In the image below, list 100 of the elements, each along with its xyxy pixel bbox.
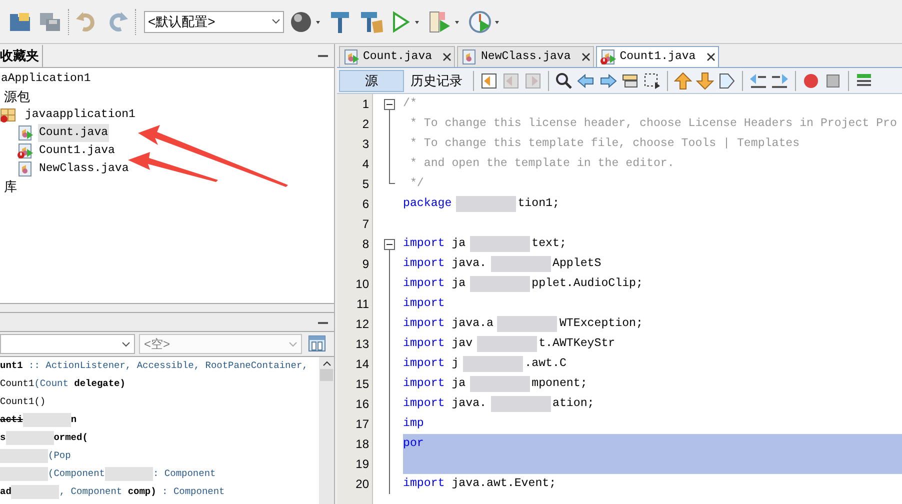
code-text: pplet.AudioClip; [532, 276, 643, 292]
code-text: * To change this license header, choose License Headers in Project Pro [408, 116, 897, 132]
arrow-down-icon[interactable] [696, 72, 714, 90]
code-text: .awt.C [524, 356, 566, 372]
profile-icon[interactable] [468, 10, 502, 34]
tree-item[interactable]: NewClass.java [38, 160, 130, 178]
editor-tab[interactable]: NewClass.java [457, 46, 594, 67]
code-text: import [403, 336, 445, 352]
stop-icon[interactable] [824, 72, 842, 90]
line-number: 15 [354, 376, 370, 393]
member-text[interactable]: :: ActionListener, Accessible, RootPaneContainer, [22, 358, 308, 374]
member-text[interactable]: unt1 [0, 358, 23, 374]
record-icon[interactable] [802, 72, 820, 90]
hammer-broom-icon[interactable] [358, 10, 384, 34]
code-text: import [403, 256, 445, 272]
code-text: */ [408, 176, 424, 192]
member-text[interactable]: : Component [156, 484, 225, 500]
code-text: t.AWTKeyStr [538, 336, 616, 352]
close-icon[interactable] [443, 53, 452, 61]
code-text: ja [452, 276, 466, 292]
member-text[interactable]: (Count [34, 376, 74, 392]
tag-icon[interactable] [718, 72, 736, 90]
line-number: 2 [361, 116, 370, 133]
folder-icon[interactable] [8, 10, 32, 32]
editor-tab[interactable]: Count1.java [596, 46, 719, 67]
panel-title[interactable]: 收藏夹 [0, 45, 43, 67]
hammer-icon[interactable] [328, 10, 352, 34]
debug-icon[interactable] [428, 10, 462, 34]
fold-toggle-icon[interactable] [384, 239, 395, 250]
line-number: 17 [354, 416, 370, 433]
code-text: imp [403, 416, 424, 432]
line-number: 19 [354, 456, 370, 473]
member-text[interactable]: Count1 [0, 376, 34, 392]
tree-item[interactable]: aApplication1 [0, 70, 92, 88]
member-text[interactable]: s [0, 430, 6, 446]
line-number: 1 [361, 96, 370, 113]
view-tab[interactable]: 历史记录 [404, 70, 469, 92]
member-text[interactable]: delegate) [74, 376, 126, 392]
line-number: 13 [354, 336, 370, 353]
code-text: java.awt.Event; [452, 476, 556, 492]
line-number: 11 [356, 296, 370, 313]
member-text[interactable]: Count1() [0, 394, 46, 410]
arrow-up-icon[interactable] [674, 72, 692, 90]
globe-icon[interactable] [290, 10, 322, 32]
code-text: * and open the template in the editor. [408, 156, 674, 172]
line-number: 14 [354, 356, 370, 373]
indent-right-icon[interactable] [771, 72, 789, 90]
back-icon[interactable] [480, 72, 498, 90]
member-text[interactable]: , Component [59, 484, 128, 500]
arrow-left-icon[interactable] [577, 72, 595, 90]
member-text[interactable]: comp) [128, 484, 156, 500]
chevron-down-icon [122, 342, 130, 346]
member-text[interactable]: (Component [48, 466, 106, 482]
code-text: ation; [552, 396, 594, 412]
view-tab[interactable]: 源 [339, 70, 404, 92]
run-icon[interactable] [390, 10, 422, 34]
window-icon[interactable] [308, 335, 326, 353]
member-text[interactable]: : Component [153, 466, 216, 482]
member-text[interactable]: acti [0, 412, 23, 428]
indent-left-icon[interactable] [749, 72, 767, 90]
fold-toggle-icon[interactable] [384, 99, 395, 110]
line-number: 12 [354, 316, 370, 333]
code-text: * To change this template file, choose Tools | Templates [408, 136, 800, 152]
code-text: import [403, 396, 445, 412]
stack-icon[interactable] [621, 72, 639, 90]
close-icon[interactable] [582, 53, 590, 61]
code-text: import [403, 376, 445, 392]
code-text: jav [452, 336, 473, 352]
tree-item[interactable]: 源包 [3, 87, 31, 107]
member-text[interactable]: n [70, 412, 77, 428]
selection-icon[interactable] [643, 72, 661, 90]
search-icon[interactable] [555, 72, 573, 90]
line-number: 18 [354, 436, 370, 453]
chevron-down-icon [289, 342, 297, 346]
chevron-down-icon [272, 19, 280, 24]
tree-item[interactable]: Count1.java [38, 142, 116, 160]
line-number: 10 [354, 276, 370, 293]
scrollbar[interactable] [319, 357, 334, 504]
code-text: import [403, 236, 445, 252]
config-dropdown[interactable]: <默认配置> [144, 10, 284, 32]
editor-tab[interactable]: Count.java [339, 46, 456, 67]
chevron-up-icon [322, 361, 330, 366]
line-number: 9 [361, 256, 370, 273]
scrollbar-thumb[interactable] [320, 369, 333, 381]
tree-item[interactable]: Count.java [38, 124, 110, 142]
line-number: 4 [361, 156, 370, 173]
save-icon[interactable] [38, 10, 62, 32]
line-number: 7 [361, 216, 370, 233]
member-text[interactable]: (Pop [48, 448, 71, 464]
tree-item[interactable]: 库 [3, 177, 18, 197]
code-text: import [403, 296, 445, 312]
line-number: 16 [354, 396, 370, 413]
tree-item[interactable]: javaapplication1 [24, 106, 136, 124]
member-text[interactable]: ad [0, 484, 12, 500]
code-text: java. [452, 256, 486, 272]
member-text[interactable]: ormed( [54, 430, 88, 446]
close-icon[interactable] [706, 53, 715, 61]
filter-dropdown[interactable]: <空> [139, 334, 302, 354]
line-number: 6 [361, 196, 370, 213]
arrow-right-icon[interactable] [599, 72, 617, 90]
